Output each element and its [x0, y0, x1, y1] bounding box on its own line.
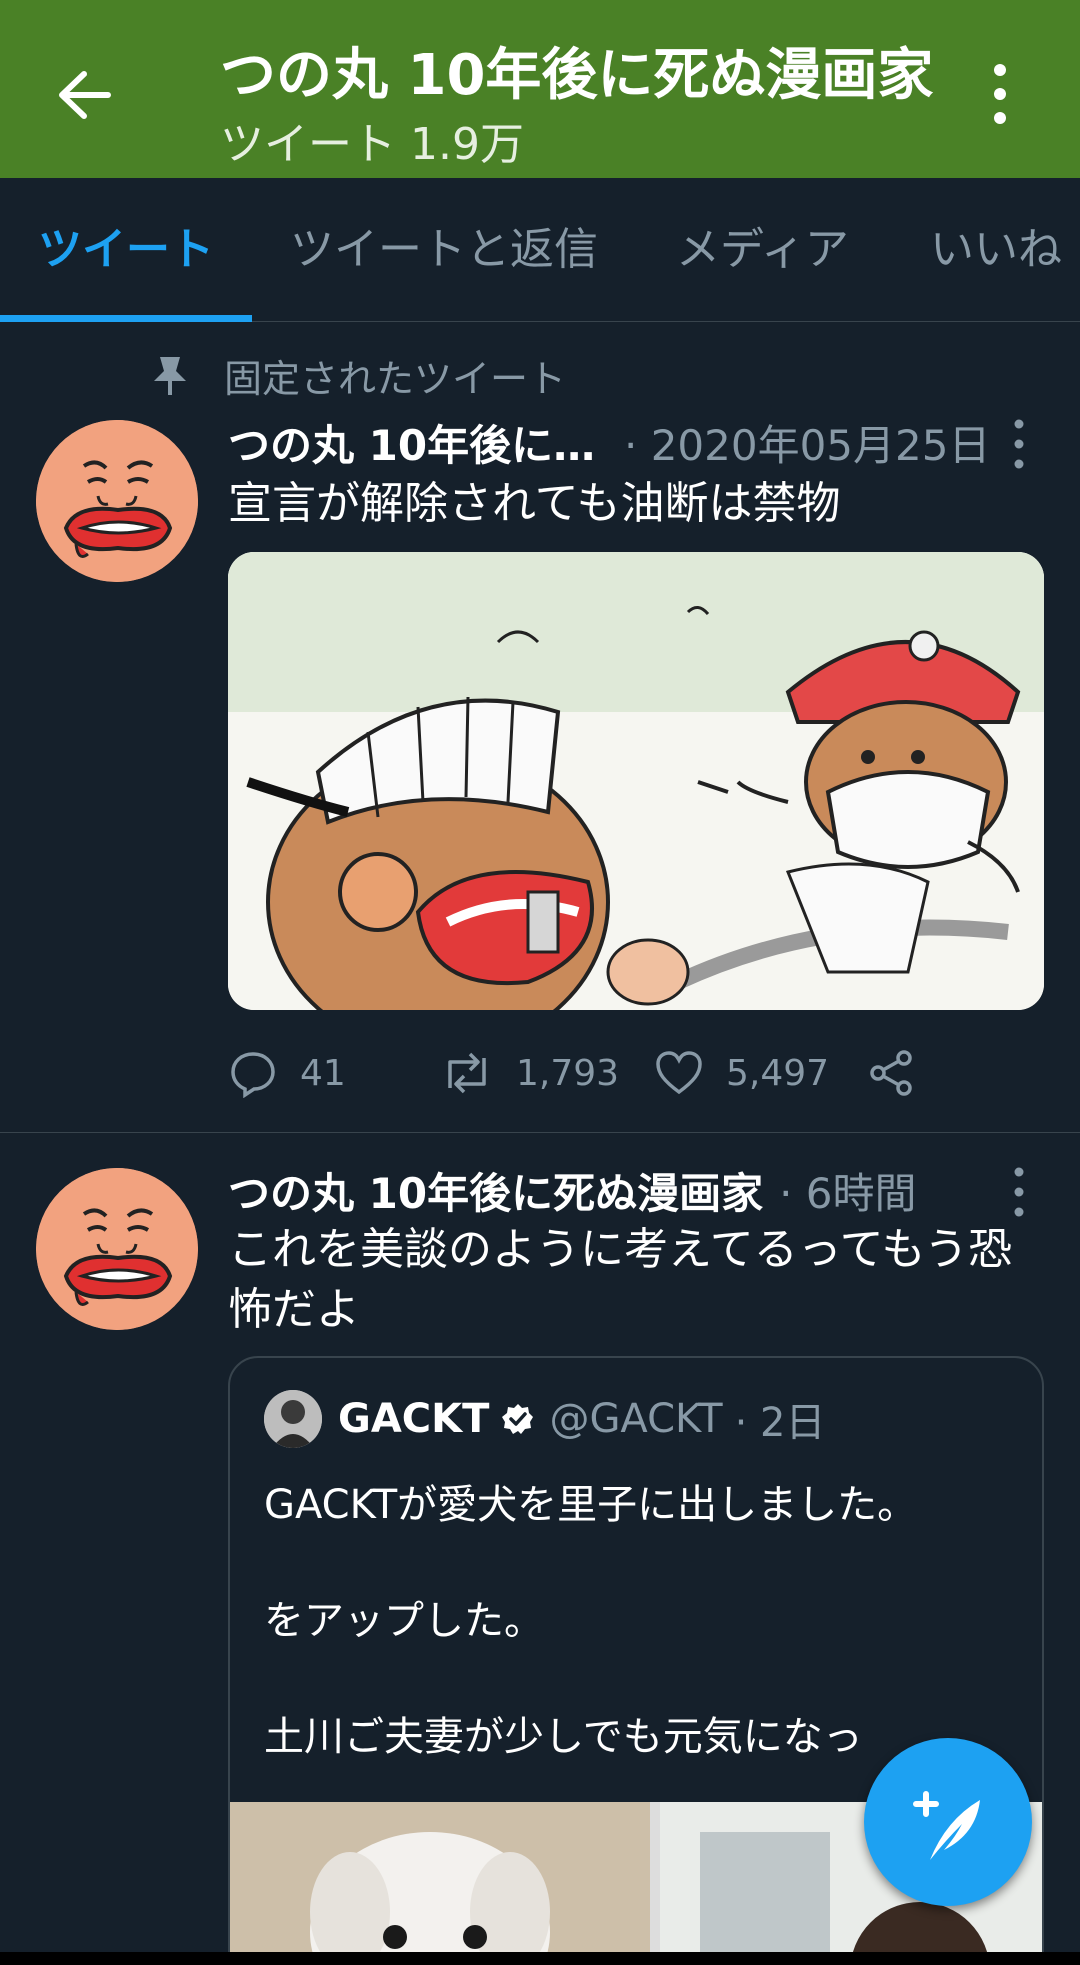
app-root: つの丸 10年後に死ぬ漫画家 ツイート 1.9万 ツイート ツイートと返信 メデ…: [0, 0, 1080, 1965]
tab-media[interactable]: メディア: [638, 178, 887, 322]
profile-header: つの丸 10年後に死ぬ漫画家 ツイート 1.9万: [0, 0, 1080, 178]
quoted-author-name: GACKT: [338, 1396, 490, 1442]
tweet-timestamp: · 6時間: [779, 1168, 917, 1218]
person-avatar-icon: [264, 1390, 322, 1448]
retweet-count: 1,793: [516, 1052, 620, 1094]
like-button[interactable]: 5,497: [654, 1040, 829, 1106]
tweet-divider: [0, 1132, 1080, 1133]
back-arrow-icon[interactable]: [50, 60, 120, 130]
tweet-author-line: つの丸 10年後に死ぬ漫画家 · 6時間: [228, 1160, 1018, 1220]
tweet-text: これを美談のように考えてるってもう恐怖だよ: [228, 1224, 1013, 1335]
author-name[interactable]: つの丸 10年後に死ぬ漫画家: [228, 1160, 763, 1221]
reply-button[interactable]: 41: [228, 1040, 346, 1106]
quoted-tweet-text: GACKTが愛犬を里子に出しました。 をアップした。 土川ご夫妻が少しでも元気に…: [264, 1482, 918, 1760]
quoted-tweet-timestamp: · 2日: [734, 1400, 826, 1446]
manga-illustration-icon: [228, 552, 1044, 1010]
compose-tweet-icon: [913, 1791, 980, 1860]
heart-icon: [656, 1051, 702, 1095]
avatar[interactable]: [36, 1168, 198, 1330]
tab-likes[interactable]: いいね: [892, 178, 1080, 322]
retweet-icon: [448, 1052, 486, 1094]
quoted-tweet-author-line: GACKT @GACKT · 2日: [264, 1388, 825, 1450]
profile-title: つの丸 10年後に死ぬ漫画家: [220, 43, 934, 108]
reply-icon: [231, 1052, 275, 1098]
cartoon-face-avatar-icon: [36, 1168, 198, 1330]
pinned-indicator: 固定されたツイート: [150, 350, 567, 401]
share-button[interactable]: [866, 1040, 916, 1106]
tweet-menu-icon[interactable]: [1004, 1164, 1034, 1220]
like-count: 5,497: [726, 1052, 830, 1094]
pin-icon: [154, 357, 186, 395]
tweet-count: ツイート 1.9万: [220, 119, 524, 170]
cartoon-face-avatar-icon: [36, 420, 198, 582]
retweet-button[interactable]: 1,793: [440, 1040, 619, 1106]
tab-tweets[interactable]: ツイート: [0, 178, 252, 322]
verified-badge-icon: [502, 1404, 534, 1434]
reply-count: 41: [300, 1052, 346, 1094]
system-nav-bar: [0, 1952, 1080, 1965]
quoted-author-handle: @GACKT: [549, 1396, 723, 1442]
pinned-label: 固定されたツイート: [224, 356, 567, 401]
avatar: [264, 1390, 322, 1448]
tweet-timestamp: · 2020年05月25日: [624, 420, 991, 470]
more-options-icon[interactable]: [980, 62, 1020, 126]
tweet-text: 宣言が解除されても油断は禁物: [228, 478, 841, 529]
tweet-media-image[interactable]: [228, 552, 1044, 1010]
author-name[interactable]: つの丸 10年後に死ぬ漫画家: [228, 412, 608, 473]
share-icon: [870, 1050, 912, 1096]
profile-tabs: ツイート ツイートと返信 メディア いいね: [0, 178, 1080, 322]
compose-tweet-button[interactable]: [864, 1738, 1032, 1906]
tweet-author-line: つの丸 10年後に死ぬ漫画家 · 2020年05月25日: [228, 412, 1018, 472]
active-tab-indicator: [0, 315, 252, 322]
tab-tweets-and-replies[interactable]: ツイートと返信: [252, 178, 636, 322]
tweet-menu-icon[interactable]: [1004, 416, 1034, 472]
avatar[interactable]: [36, 420, 198, 582]
